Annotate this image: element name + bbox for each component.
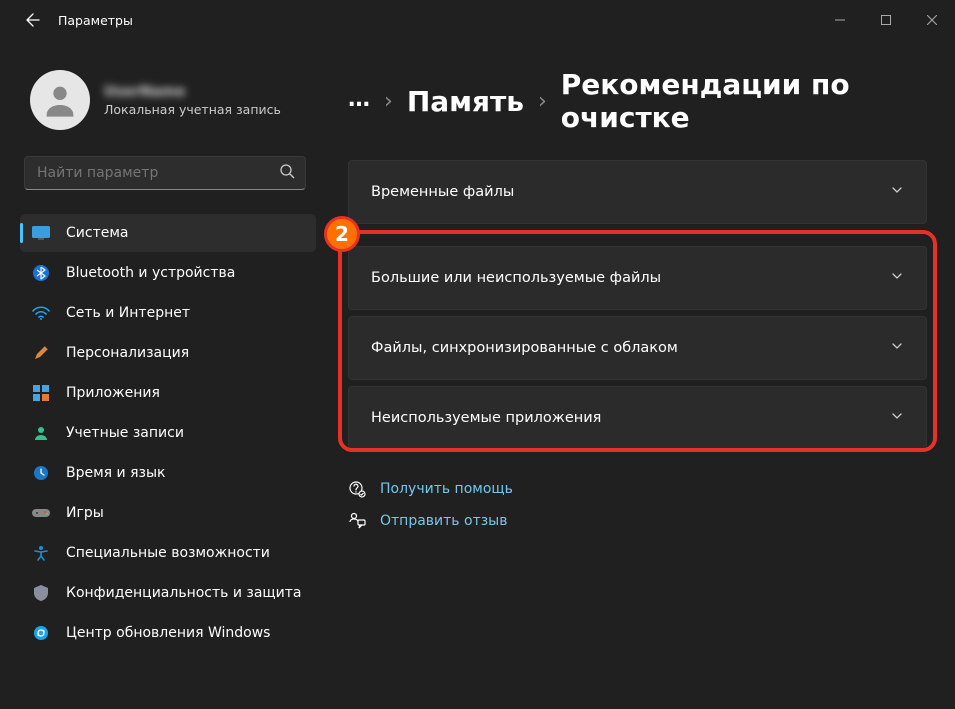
window-title: Параметры xyxy=(58,13,133,28)
back-button[interactable] xyxy=(18,5,48,35)
arrow-left-icon xyxy=(25,12,41,28)
nav-apps[interactable]: Приложения xyxy=(20,374,316,412)
feedback-link-row: Отправить отзыв xyxy=(348,512,927,530)
nav-label: Конфиденциальность и защита xyxy=(66,585,301,601)
wifi-icon xyxy=(32,304,50,322)
feedback-link[interactable]: Отправить отзыв xyxy=(380,513,507,529)
nav-update[interactable]: Центр обновления Windows xyxy=(20,614,316,652)
nav-privacy[interactable]: Конфиденциальность и защита xyxy=(20,574,316,612)
monitor-icon xyxy=(32,224,50,242)
apps-icon xyxy=(32,384,50,402)
card-label: Большие или неиспользуемые файлы xyxy=(371,270,661,286)
titlebar: Параметры xyxy=(0,0,955,40)
card-large-files[interactable]: Большие или неиспользуемые файлы xyxy=(348,246,927,310)
close-button[interactable] xyxy=(909,4,955,36)
maximize-icon xyxy=(881,15,891,25)
shield-icon xyxy=(32,584,50,602)
nav-label: Учетные записи xyxy=(66,425,184,441)
gamepad-icon xyxy=(32,504,50,522)
nav-label: Bluetooth и устройства xyxy=(66,265,235,281)
nav-network[interactable]: Сеть и Интернет xyxy=(20,294,316,332)
avatar xyxy=(30,70,90,130)
nav-label: Сеть и Интернет xyxy=(66,305,190,321)
nav-personalization[interactable]: Персонализация xyxy=(20,334,316,372)
window-controls xyxy=(817,4,955,36)
user-icon xyxy=(40,80,80,120)
user-subtitle: Локальная учетная запись xyxy=(104,102,281,117)
card-label: Файлы, синхронизированные с облаком xyxy=(371,340,678,356)
nav: Система Bluetooth и устройства Сеть и Ин… xyxy=(10,214,320,652)
card-label: Неиспользуемые приложения xyxy=(371,410,601,426)
accessibility-icon xyxy=(32,544,50,562)
user-name: UserName xyxy=(104,84,281,100)
nav-label: Время и язык xyxy=(66,465,165,481)
search-input[interactable] xyxy=(37,165,279,181)
close-icon xyxy=(927,15,937,25)
nav-label: Персонализация xyxy=(66,345,189,361)
breadcrumb-parent[interactable]: Память xyxy=(407,85,524,118)
chevron-right-icon: › xyxy=(384,89,393,114)
nav-label: Приложения xyxy=(66,385,160,401)
minimize-icon xyxy=(835,15,845,25)
nav-time[interactable]: Время и язык xyxy=(20,454,316,492)
sidebar: UserName Локальная учетная запись Систем… xyxy=(0,40,320,709)
card-label: Временные файлы xyxy=(371,184,514,200)
maximize-button[interactable] xyxy=(863,4,909,36)
chevron-down-icon xyxy=(890,409,904,427)
nav-system[interactable]: Система xyxy=(20,214,316,252)
card-list: Временные файлы Большие или неиспользуем… xyxy=(348,160,927,450)
chevron-down-icon xyxy=(890,183,904,201)
nav-accessibility[interactable]: Специальные возможности xyxy=(20,534,316,572)
minimize-button[interactable] xyxy=(817,4,863,36)
search-icon xyxy=(279,163,295,183)
nav-label: Специальные возможности xyxy=(66,545,270,561)
chevron-down-icon xyxy=(890,339,904,357)
bluetooth-icon xyxy=(32,264,50,282)
chevron-down-icon xyxy=(890,269,904,287)
breadcrumb: … › Память › Рекомендации по очистке xyxy=(348,68,927,134)
nav-label: Система xyxy=(66,225,128,241)
brush-icon xyxy=(32,344,50,362)
person-icon xyxy=(32,424,50,442)
main: … › Память › Рекомендации по очистке Вре… xyxy=(320,40,955,709)
help-link[interactable]: Получить помощь xyxy=(380,481,513,497)
footer-links: Получить помощь Отправить отзыв xyxy=(348,480,927,530)
clock-icon xyxy=(32,464,50,482)
search-box[interactable] xyxy=(24,156,306,190)
nav-label: Центр обновления Windows xyxy=(66,625,270,641)
help-link-row: Получить помощь xyxy=(348,480,927,498)
nav-accounts[interactable]: Учетные записи xyxy=(20,414,316,452)
nav-label: Игры xyxy=(66,505,104,521)
update-icon xyxy=(32,624,50,642)
chevron-right-icon: › xyxy=(538,89,547,114)
card-unused-apps[interactable]: Неиспользуемые приложения xyxy=(348,386,927,450)
help-icon xyxy=(348,480,366,498)
nav-gaming[interactable]: Игры xyxy=(20,494,316,532)
card-cloud-files[interactable]: Файлы, синхронизированные с облаком xyxy=(348,316,927,380)
card-temp-files[interactable]: Временные файлы xyxy=(348,160,927,224)
breadcrumb-more[interactable]: … xyxy=(348,87,370,116)
feedback-icon xyxy=(348,512,366,530)
user-block[interactable]: UserName Локальная учетная запись xyxy=(10,50,320,152)
nav-bluetooth[interactable]: Bluetooth и устройства xyxy=(20,254,316,292)
breadcrumb-current: Рекомендации по очистке xyxy=(561,68,927,134)
